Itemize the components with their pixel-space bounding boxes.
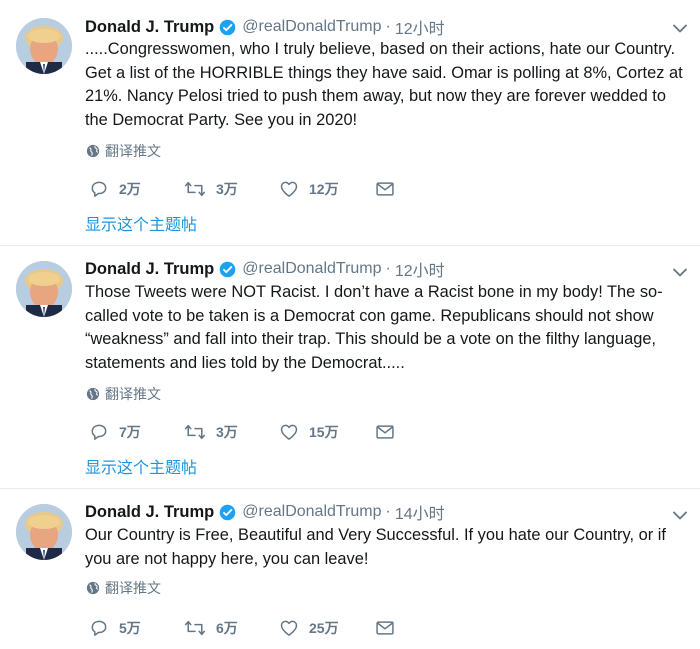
translate-tweet-link[interactable]: 翻译推文 <box>86 384 161 404</box>
retweet-icon <box>184 424 206 440</box>
avatar[interactable] <box>16 261 72 317</box>
tweet[interactable]: Donald J. Trump @realDonaldTrump · 12小时 … <box>0 246 700 489</box>
timestamp[interactable]: 12小时 <box>395 257 445 281</box>
envelope-icon <box>376 425 394 439</box>
user-handle[interactable]: @realDonaldTrump <box>242 18 381 36</box>
like-count: 25万 <box>309 620 339 636</box>
chevron-down-icon[interactable] <box>672 22 688 34</box>
like-button[interactable]: 25万 <box>279 616 339 640</box>
tweet-actions: 2万 3万 12万 <box>89 177 489 201</box>
globe-icon <box>86 144 100 158</box>
direct-message-button[interactable] <box>375 177 395 201</box>
reply-count: 5万 <box>119 620 141 636</box>
direct-message-button[interactable] <box>375 420 395 444</box>
reply-count: 7万 <box>119 424 141 440</box>
avatar[interactable] <box>16 18 72 74</box>
verified-badge-icon <box>219 261 236 278</box>
chevron-down-icon[interactable] <box>672 266 688 278</box>
tweet[interactable]: Donald J. Trump @realDonaldTrump · 12小时 … <box>0 0 700 246</box>
separator-dot: · <box>385 260 391 277</box>
globe-icon <box>86 387 100 401</box>
translate-label: 翻译推文 <box>105 386 161 402</box>
retweet-button[interactable]: 3万 <box>184 420 238 444</box>
timestamp[interactable]: 12小时 <box>395 15 445 39</box>
avatar-image <box>16 261 72 317</box>
retweet-icon <box>184 181 206 197</box>
verified-badge-icon <box>219 504 236 521</box>
avatar[interactable] <box>16 504 72 560</box>
translate-tweet-link[interactable]: 翻译推文 <box>86 578 161 598</box>
tweet-header: Donald J. Trump @realDonaldTrump · 14小时 <box>85 500 445 524</box>
tweet-header: Donald J. Trump @realDonaldTrump · 12小时 <box>85 257 445 281</box>
reply-count: 2万 <box>119 181 141 197</box>
reply-button[interactable]: 5万 <box>89 616 141 640</box>
tweet-header: Donald J. Trump @realDonaldTrump · 12小时 <box>85 15 445 39</box>
separator-dot: · <box>385 18 391 35</box>
retweet-count: 3万 <box>216 424 238 440</box>
reply-icon <box>91 620 107 636</box>
tweet-actions: 7万 3万 15万 <box>89 420 489 444</box>
retweet-button[interactable]: 6万 <box>184 616 238 640</box>
tweet-text: Our Country is Free, Beautiful and Very … <box>85 526 671 568</box>
envelope-icon <box>376 621 394 635</box>
verified-badge-icon <box>219 19 236 36</box>
timestamp[interactable]: 14小时 <box>395 500 445 524</box>
retweet-icon <box>184 620 206 636</box>
heart-icon <box>280 181 298 197</box>
tweet-text: .....Congresswomen, who I truly believe,… <box>85 40 688 129</box>
avatar-image <box>16 18 72 74</box>
envelope-icon <box>376 182 394 196</box>
reply-icon <box>91 424 107 440</box>
display-name[interactable]: Donald J. Trump <box>85 260 214 279</box>
reply-button[interactable]: 2万 <box>89 177 141 201</box>
user-handle[interactable]: @realDonaldTrump <box>242 503 381 521</box>
heart-icon <box>280 620 298 636</box>
retweet-count: 6万 <box>216 620 238 636</box>
show-thread-link[interactable]: 显示这个主题帖 <box>85 455 197 477</box>
direct-message-button[interactable] <box>375 616 395 640</box>
reply-button[interactable]: 7万 <box>89 420 141 444</box>
like-count: 12万 <box>309 181 339 197</box>
globe-icon <box>86 581 100 595</box>
heart-icon <box>280 424 298 440</box>
like-button[interactable]: 12万 <box>279 177 339 201</box>
like-count: 15万 <box>309 424 339 440</box>
reply-icon <box>91 181 107 197</box>
display-name[interactable]: Donald J. Trump <box>85 503 214 522</box>
retweet-button[interactable]: 3万 <box>184 177 238 201</box>
show-thread-link[interactable]: 显示这个主题帖 <box>85 212 197 234</box>
translate-label: 翻译推文 <box>105 580 161 596</box>
tweet-actions: 5万 6万 25万 <box>89 616 489 640</box>
chevron-down-icon[interactable] <box>672 509 688 521</box>
like-button[interactable]: 15万 <box>279 420 339 444</box>
tweet-text: Those Tweets were NOT Racist. I don’t ha… <box>85 283 663 372</box>
avatar-image <box>16 504 72 560</box>
separator-dot: · <box>385 503 391 520</box>
tweet[interactable]: Donald J. Trump @realDonaldTrump · 14小时 … <box>0 489 700 649</box>
translate-tweet-link[interactable]: 翻译推文 <box>86 141 161 161</box>
translate-label: 翻译推文 <box>105 143 161 159</box>
display-name[interactable]: Donald J. Trump <box>85 18 214 37</box>
user-handle[interactable]: @realDonaldTrump <box>242 260 381 278</box>
retweet-count: 3万 <box>216 181 238 197</box>
